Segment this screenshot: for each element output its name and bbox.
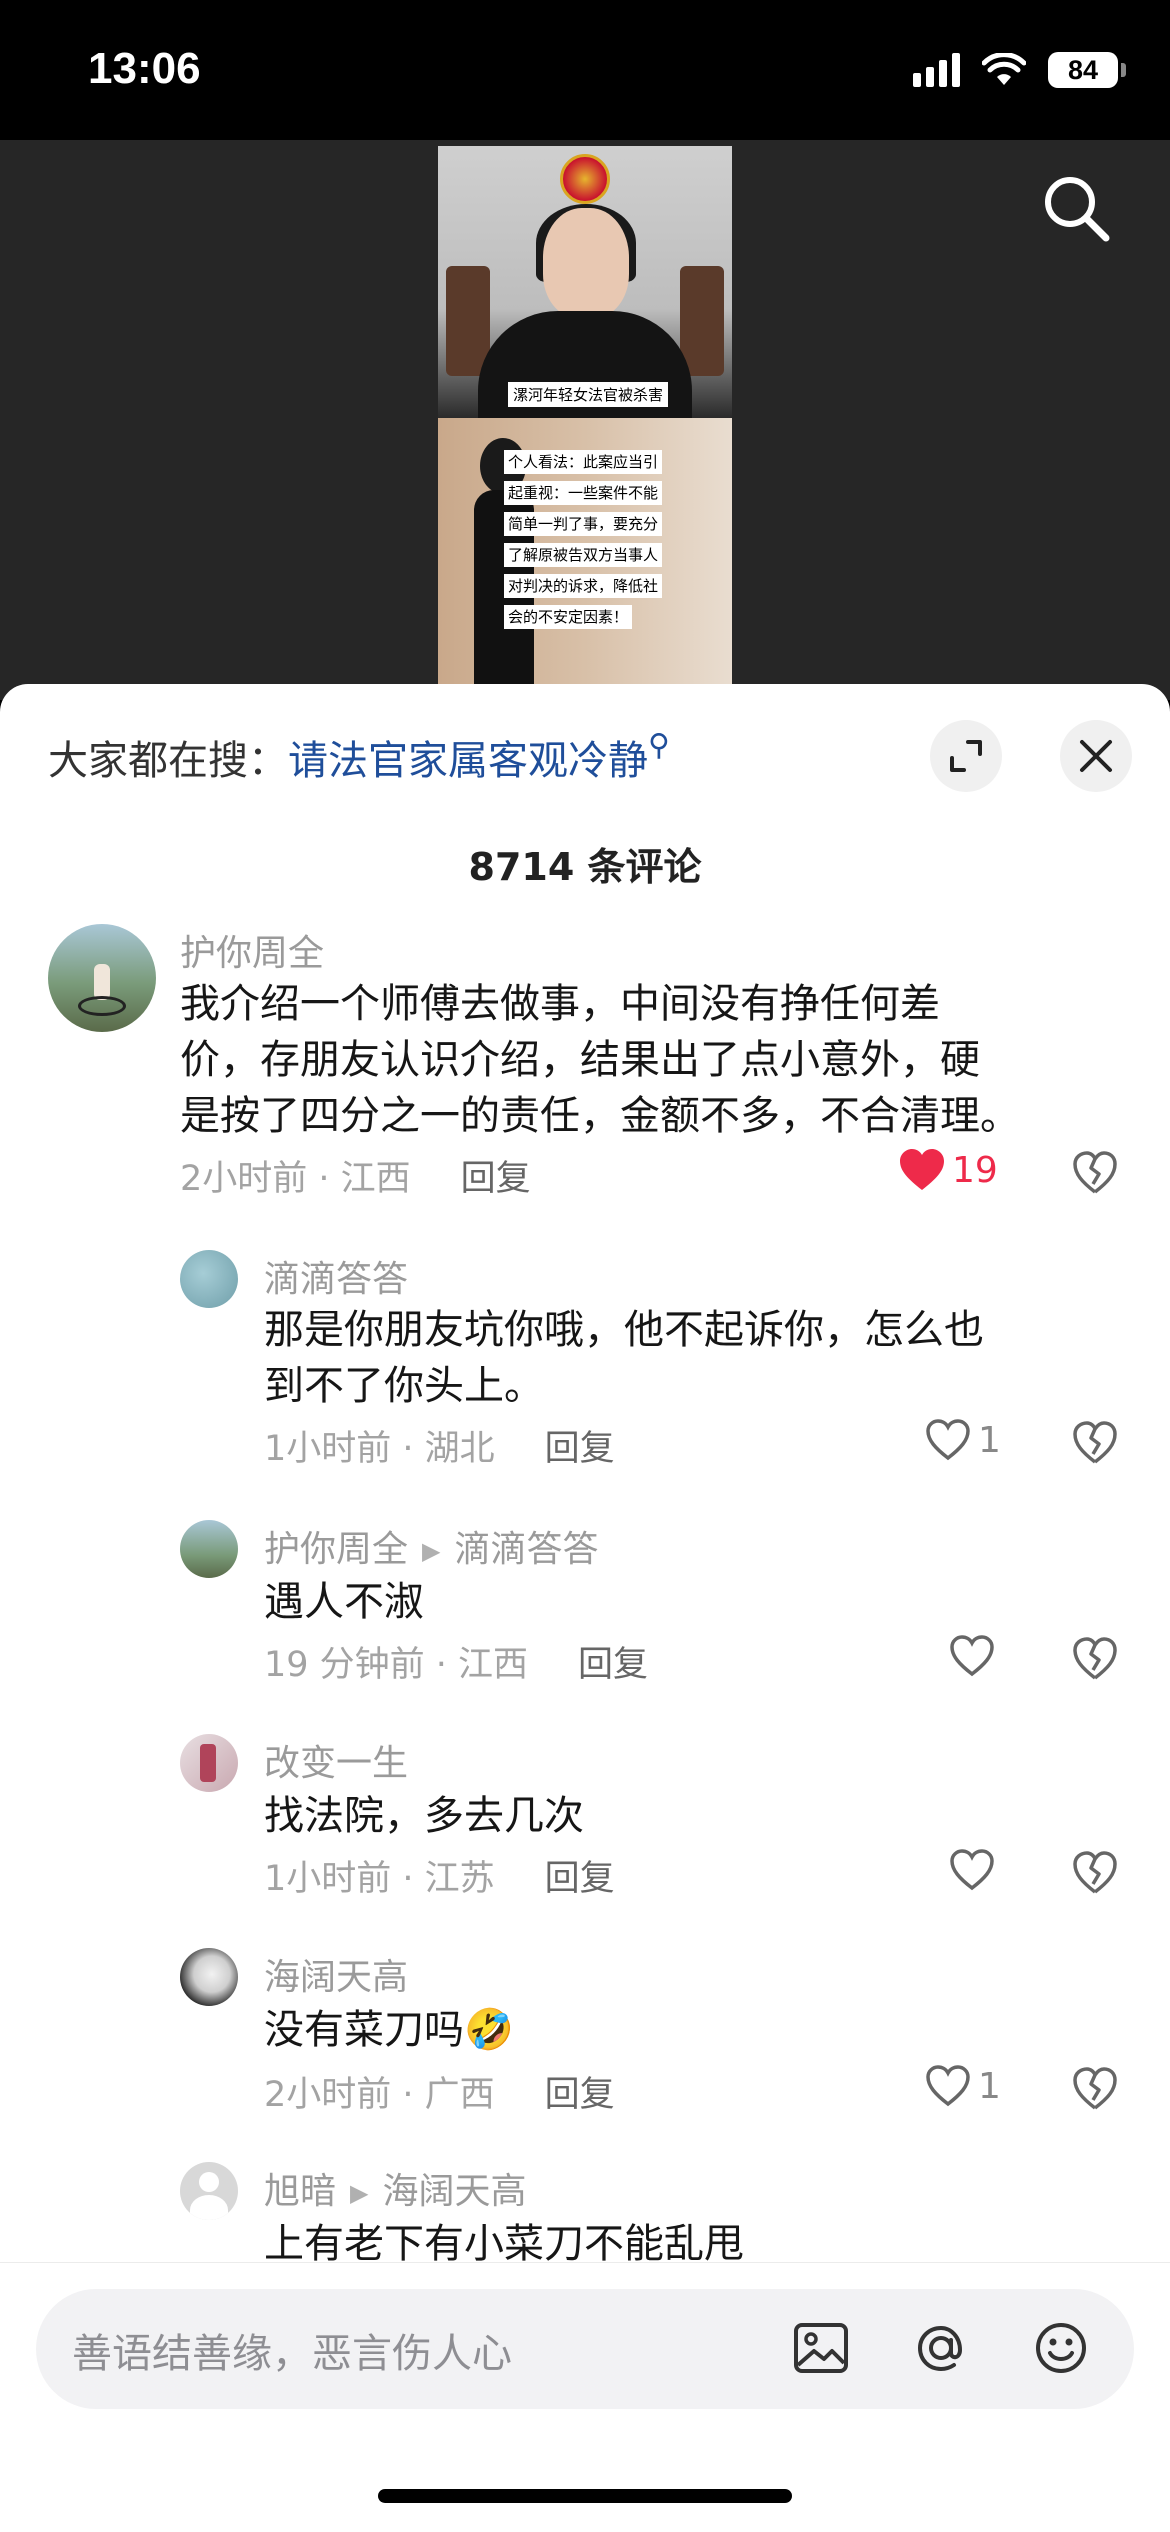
comment-text-line: 找法院，多去几次 [264,1793,584,1839]
comment-username[interactable]: 护你周全 [180,924,324,976]
heart-filled-icon [900,1149,944,1190]
comment-item: 护你周全 ▶ 滴滴答答 遇人不淑 19 分钟前 · 江西 回复 [0,1520,1170,1685]
comment-item: 旭暗 ▶ 海阔天高 上有老下有小菜刀不能乱甩 [0,2162,1170,2262]
like-button[interactable]: 1 [924,1418,1001,1462]
home-indicator[interactable] [378,2489,792,2503]
like-button[interactable]: 1 [924,2064,1001,2108]
comment-input[interactable]: 善语结善缘，恶言伤人心 [36,2289,1134,2409]
comment-meta: 19 分钟前 · 江西 回复 [264,1636,648,1687]
dislike-icon[interactable] [1072,2066,1118,2112]
video-thumbnail[interactable]: 漯河年轻女法官被杀害 个人看法：此案应当引 起重视：一些案件不能 简单一判了事，… [438,146,732,684]
comment-text-line: 我介绍一个师傅去做事，中间没有挣任何差 [180,981,940,1027]
comment-meta: 1小时前 · 江苏 回复 [264,1850,615,1901]
reply-button[interactable]: 回复 [545,2075,615,2115]
comment-panel: 大家都在搜：请法官家属客观冷静⚲ 8714 条评论 护你周全 我介绍一个师傅去做… [0,684,1170,2532]
comment-text-line: 是按了四分之一的责任，金额不多，不合清理。 [180,1093,1020,1139]
avatar[interactable] [180,1520,238,1578]
national-emblem-icon [560,154,610,204]
comment-meta: 2小时前 · 广西 回复 [264,2066,615,2117]
search-icon[interactable] [1038,170,1114,246]
avatar[interactable] [180,1948,238,2006]
comment-username[interactable]: 改变一生 [264,1734,408,1786]
comment-item: 滴滴答答 那是你朋友坑你哦，他不起诉你，怎么也 到不了你头上。 1小时前 · 湖… [0,1250,1170,1469]
avatar[interactable] [180,1734,238,1792]
comment-time-location: 2小时前 · 广西 [264,2075,495,2115]
close-button[interactable] [1060,720,1132,792]
reply-button[interactable]: 回复 [545,1859,615,1899]
like-count: 19 [952,1149,998,1191]
hot-search[interactable]: 大家都在搜：请法官家属客观冷静⚲ [48,728,670,786]
video-bottom-scene: 个人看法：此案应当引 起重视：一些案件不能 简单一判了事，要充分 了解原被告双方… [438,418,732,684]
comment-meta: 1小时前 · 湖北 回复 [264,1420,615,1471]
expand-icon [950,740,982,772]
comment-meta: 2小时前 · 江西 回复 [180,1150,531,1201]
heart-icon [950,1849,994,1891]
comment-text-line: 上有老下有小菜刀不能乱甩 [264,2221,744,2262]
video-area[interactable]: 漯河年轻女法官被杀害 个人看法：此案应当引 起重视：一些案件不能 简单一判了事，… [0,140,1170,700]
comment-time-location: 19 分钟前 · 江西 [264,1645,529,1685]
reply-arrow-icon: ▶ [422,1537,441,1565]
like-button[interactable] [948,1634,996,1678]
reply-button[interactable]: 回复 [461,1159,531,1199]
at-icon[interactable] [910,2317,972,2379]
comment-input-placeholder: 善语结善缘，恶言伤人心 [72,2331,512,2377]
close-icon [1080,740,1112,772]
comment-time-location: 1小时前 · 湖北 [264,1429,495,1469]
comment-time-location: 2小时前 · 江西 [180,1159,411,1199]
status-time: 13:06 [88,44,201,93]
dislike-icon[interactable] [1072,1420,1118,1466]
heart-icon [926,1419,970,1461]
avatar[interactable] [180,2162,238,2220]
hot-search-keyword[interactable]: 请法官家属客观冷静 [288,738,648,784]
comment-username[interactable]: 海阔天高 [264,1948,408,2000]
video-caption-body: 个人看法：此案应当引 起重视：一些案件不能 简单一判了事，要充分 了解原被告双方… [504,450,680,636]
comment-text-line: 那是你朋友坑你哦，他不起诉你，怎么也 [264,1307,984,1353]
comment-count: 8714 条评论 [468,845,702,889]
reply-button[interactable]: 回复 [545,1429,615,1469]
video-top-scene: 漯河年轻女法官被杀害 [438,146,732,421]
like-button[interactable] [948,1848,996,1892]
hot-search-prefix: 大家都在搜： [48,738,288,784]
expand-button[interactable] [930,720,1002,792]
search-small-icon: ⚲ [648,728,670,763]
like-count: 1 [978,1419,1001,1461]
video-caption-top: 漯河年轻女法官被杀害 [508,382,669,407]
heart-icon [926,2065,970,2107]
comment-item: 护你周全 我介绍一个师傅去做事，中间没有挣任何差 价，存朋友认识介绍，结果出了点… [0,924,1170,1199]
comment-username[interactable]: 滴滴答答 [264,1250,408,1302]
like-button[interactable]: 19 [898,1148,998,1192]
battery-indicator: 84 [1048,52,1126,88]
avatar[interactable] [180,1250,238,1308]
reply-to-username[interactable]: 海阔天高 [382,2171,526,2212]
comment-username: 护你周全 ▶ 滴滴答答 [264,1529,599,1570]
comment-text-line: 没有菜刀吗🤣 [264,2007,514,2053]
cellular-signal-icon [913,53,960,87]
reply-button[interactable]: 回复 [578,1645,648,1685]
comment-input-bar: 善语结善缘，恶言伤人心 [0,2262,1170,2532]
emoji-icon[interactable] [1030,2317,1092,2379]
comment-text-line: 遇人不淑 [264,1579,424,1625]
dislike-icon[interactable] [1072,1636,1118,1682]
comment-item: 改变一生 找法院，多去几次 1小时前 · 江苏 回复 [0,1734,1170,1899]
image-icon[interactable] [790,2317,852,2379]
comment-item: 海阔天高 没有菜刀吗🤣 2小时前 · 广西 回复 1 [0,1948,1170,2115]
heart-icon [950,1635,994,1677]
avatar[interactable] [48,924,156,1032]
comment-username: 旭暗 ▶ 海阔天高 [264,2171,527,2212]
status-indicators: 84 [913,52,1126,88]
reply-arrow-icon: ▶ [350,2179,369,2207]
like-count: 1 [978,2065,1001,2107]
dislike-icon[interactable] [1072,1150,1118,1196]
comment-time-location: 1小时前 · 江苏 [264,1859,495,1899]
reply-to-username[interactable]: 滴滴答答 [454,1529,598,1570]
dislike-icon[interactable] [1072,1850,1118,1896]
status-bar: 13:06 84 [0,0,1170,140]
comment-text-line: 价，存朋友认识介绍，结果出了点小意外，硬 [180,1037,980,1083]
comment-text-line: 到不了你头上。 [264,1363,544,1409]
wifi-icon [982,53,1026,85]
